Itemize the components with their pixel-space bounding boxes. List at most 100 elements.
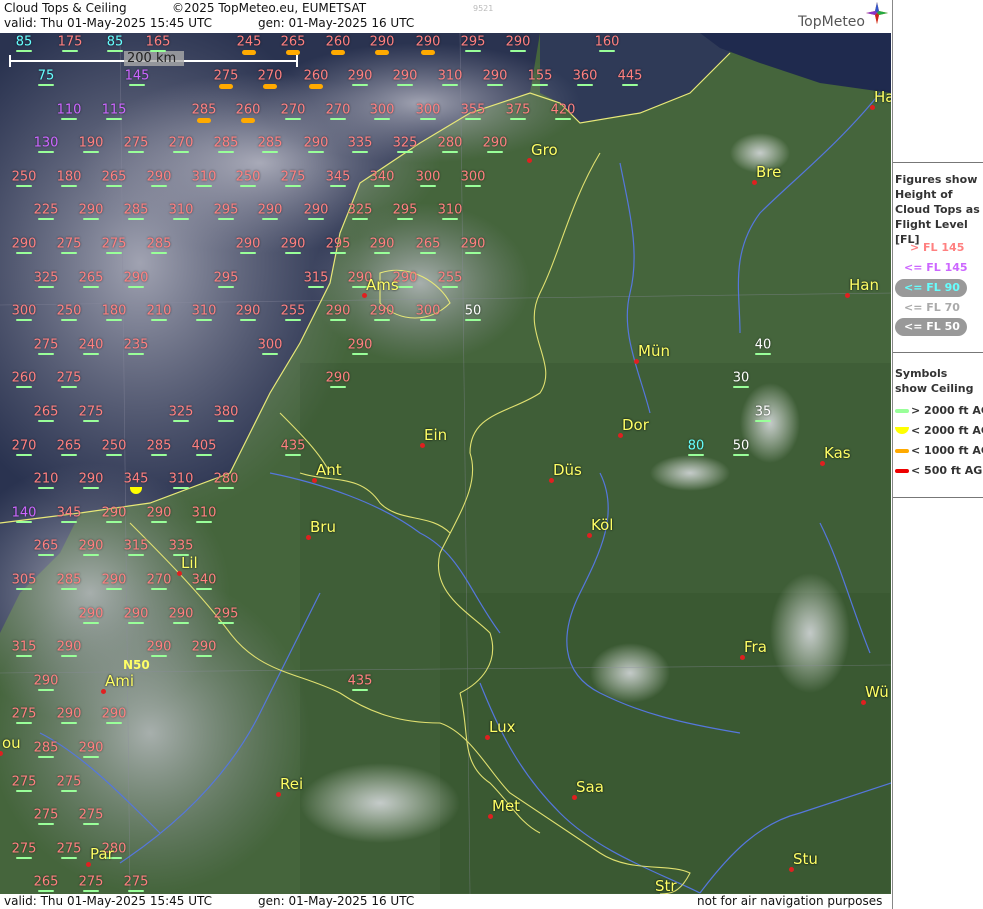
ceiling-symbol	[61, 319, 77, 321]
cloud-top-value: 275	[11, 774, 37, 790]
cloud-top-value: 180	[101, 303, 127, 319]
ceiling-symbol	[83, 622, 99, 624]
cloud-top-value: 290	[146, 169, 172, 185]
ceiling-symbol	[83, 890, 99, 892]
ceiling-symbol	[352, 689, 368, 691]
ceiling-symbol	[16, 521, 32, 523]
cloud-top-value: 345	[56, 505, 82, 521]
cloud-top-value: 295	[325, 236, 351, 252]
ceiling-symbol	[16, 252, 32, 254]
cloud-top-value: 290	[78, 538, 104, 554]
cloud-top-value: 50	[732, 438, 750, 454]
ceiling-symbol	[397, 84, 413, 86]
cloud-top-value: 155	[527, 68, 553, 84]
cloud-top-value: 325	[392, 135, 418, 151]
cloud-top-value: 300	[257, 337, 283, 353]
ceiling-symbol	[151, 588, 167, 590]
cloud-top-value: 300	[369, 102, 395, 118]
cloud-top-value: 265	[56, 438, 82, 454]
cloud-top-value: 190	[78, 135, 104, 151]
cloud-top-value: 290	[303, 202, 329, 218]
ceiling-symbol	[61, 588, 77, 590]
ceiling-symbol	[218, 286, 234, 288]
city-label: Rei	[280, 775, 304, 793]
cloud-top-value: 290	[11, 236, 37, 252]
cloud-top-value: 290	[78, 471, 104, 487]
cloud-top-value: 335	[168, 538, 194, 554]
cloud-top-value: 290	[460, 236, 486, 252]
cloud-top-value: 275	[123, 874, 149, 890]
ceiling-symbol	[285, 118, 301, 120]
ceiling-symbol	[16, 386, 32, 388]
legend-figures-title: Figures show Height of Cloud Tops as Fli…	[895, 173, 980, 246]
cloud-top-value: 435	[347, 673, 373, 689]
cloud-top-value: 310	[191, 505, 217, 521]
cloud-top-value: 295	[460, 34, 486, 50]
cloud-top-value: 290	[303, 135, 329, 151]
ceiling-symbol	[420, 319, 436, 321]
cloud-top-value: 290	[78, 606, 104, 622]
ceiling-symbol	[420, 185, 436, 187]
cloud-top-value: 285	[146, 236, 172, 252]
cloud-top-value: 290	[347, 68, 373, 84]
cloud-top-value: 50	[464, 303, 482, 319]
cloud-top-value: 140	[11, 505, 37, 521]
ceiling-symbol	[61, 857, 77, 859]
cloud-top-value: 290	[56, 706, 82, 722]
ceiling-symbol	[442, 286, 458, 288]
city-label: Ha	[874, 88, 891, 106]
legend-level-1: > FL 145	[910, 241, 965, 254]
cloud-top-value: 255	[280, 303, 306, 319]
legend-level-2: <= FL 145	[904, 261, 968, 274]
cloud-top-value: 295	[392, 202, 418, 218]
cloud-top-value: 290	[101, 572, 127, 588]
cloud-top-value: 260	[235, 102, 261, 118]
cloud-top-value: 275	[213, 68, 239, 84]
ceiling-symbol	[442, 151, 458, 153]
cloud-top-value: 335	[347, 135, 373, 151]
city-label: Par	[90, 845, 114, 863]
ceiling-symbol	[16, 185, 32, 187]
city-label: Kas	[824, 444, 851, 462]
cloud-top-value: 165	[145, 34, 171, 50]
cloud-top-value: 300	[415, 102, 441, 118]
ceiling-symbol	[285, 185, 301, 187]
cloud-top-value: 290	[235, 236, 261, 252]
ceiling-symbol	[218, 622, 234, 624]
ceiling-symbol	[196, 521, 212, 523]
cloud-top-value: 420	[550, 102, 576, 118]
legend-symbols-title: Symbols show Ceiling	[895, 367, 974, 395]
cloud-top-value: 250	[56, 303, 82, 319]
ceiling-symbol	[308, 286, 324, 288]
cloud-top-value: 315	[303, 270, 329, 286]
legend-level-3: <= FL 90	[904, 281, 960, 294]
topmeteo-logo[interactable]: TopMeteo	[798, 14, 865, 30]
ceiling-symbol	[465, 185, 481, 187]
satellite-map[interactable]: 200 km N50 85 175 85 165 245 265 260 290 290 295 2…	[0, 33, 891, 894]
legend-symbol-swatch	[895, 469, 909, 473]
ceiling-symbol	[83, 151, 99, 153]
cloud-top-value: 305	[11, 572, 37, 588]
city-label: Fra	[744, 638, 767, 656]
ceiling-symbol	[83, 487, 99, 489]
cloud-top-value: 250	[11, 169, 37, 185]
ceiling-symbol	[128, 151, 144, 153]
cloud-top-value: 290	[325, 303, 351, 319]
cloud-top-value: 275	[11, 706, 37, 722]
cloud-top-value: 210	[146, 303, 172, 319]
city-label: Wü	[865, 683, 889, 701]
city-label: Han	[849, 276, 879, 294]
ceiling-symbol	[106, 722, 122, 724]
ceiling-symbol	[62, 50, 78, 52]
ceiling-symbol	[61, 118, 77, 120]
ceiling-symbol	[330, 252, 346, 254]
ceiling-symbol	[129, 84, 145, 86]
ceiling-symbol	[733, 386, 749, 388]
ceiling-symbol	[83, 756, 99, 758]
ceiling-symbol	[375, 50, 389, 55]
ceiling-symbol	[465, 319, 481, 321]
ceiling-symbol	[38, 823, 54, 825]
cloud-top-value: 275	[56, 774, 82, 790]
cloud-top-value: 275	[101, 236, 127, 252]
legend-symbol-label: > 2000 ft AGL	[911, 404, 983, 417]
